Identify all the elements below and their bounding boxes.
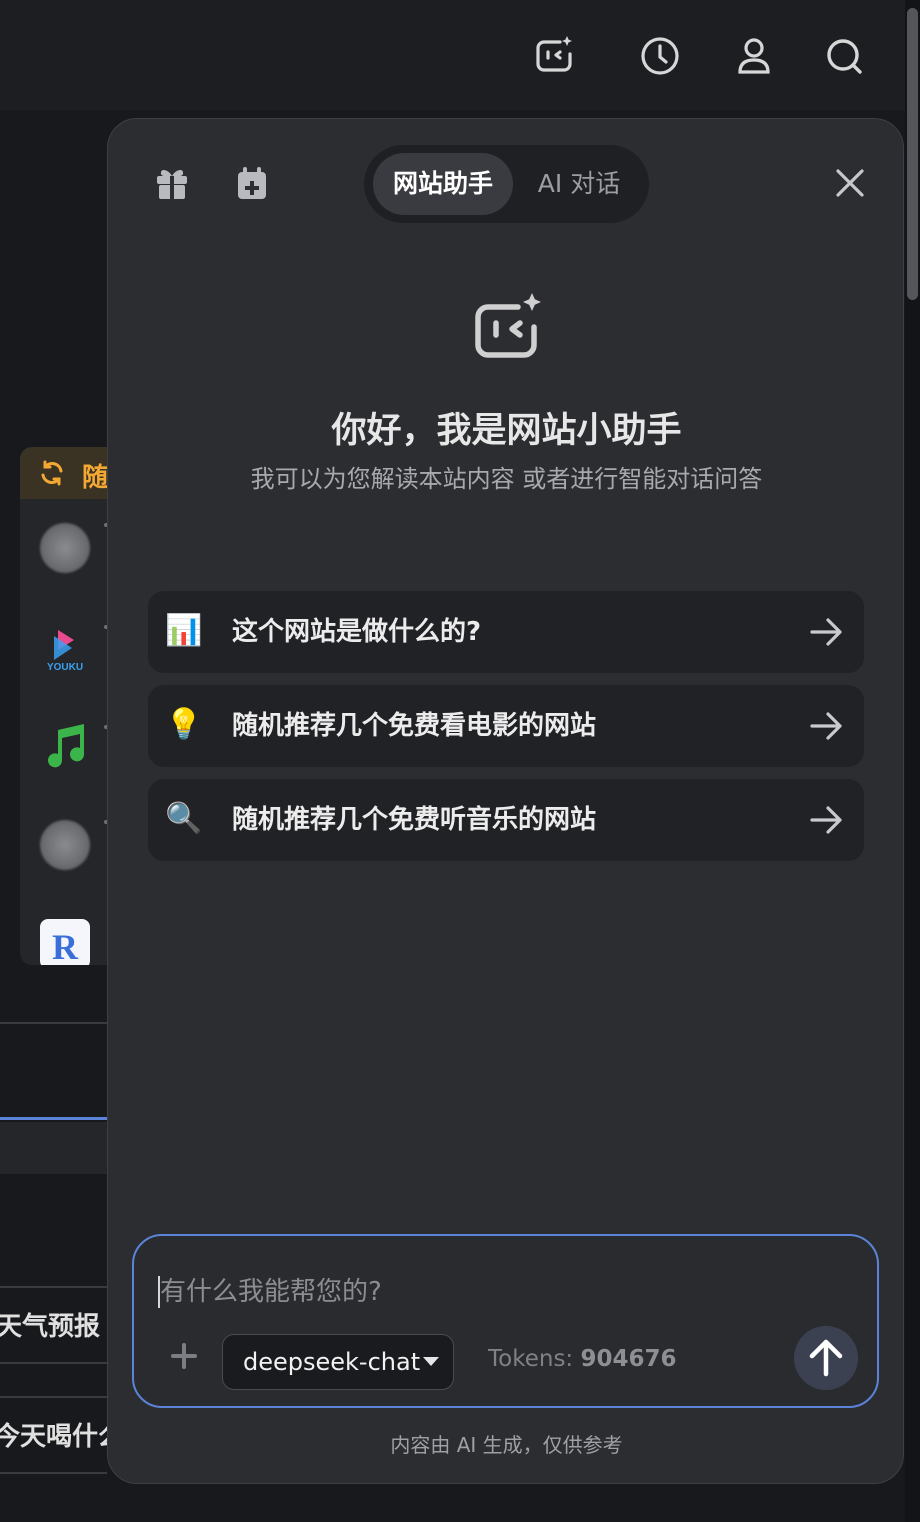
svg-text:YOUKU: YOUKU: [47, 662, 83, 672]
divider: [0, 1286, 107, 1288]
suggestion-text: 随机推荐几个免费看电影的网站: [232, 711, 597, 741]
mode-switch[interactable]: 网站助手 AI 对话: [364, 145, 649, 223]
plus-icon[interactable]: [170, 1342, 198, 1370]
suggestion-item[interactable]: 📊 这个网站是做什么的?: [148, 591, 864, 673]
lightbulb-emoji-icon: 💡: [165, 707, 203, 742]
model-select-value: deepseek-chat: [243, 1348, 421, 1376]
suggestion-text: 这个网站是做什么的?: [232, 617, 482, 647]
bar-chart-emoji-icon: 📊: [165, 613, 203, 648]
token-counter: Tokens: 904676: [488, 1346, 677, 1372]
send-button[interactable]: [794, 1326, 858, 1390]
site-favicon-globe[interactable]: [40, 523, 90, 573]
divider: [0, 1362, 107, 1364]
user-icon[interactable]: [732, 34, 776, 78]
calendar-add-icon[interactable]: [232, 163, 272, 203]
scrollbar-thumb[interactable]: [907, 8, 918, 300]
gift-icon[interactable]: [152, 163, 192, 203]
arrow-right-icon: [808, 707, 846, 745]
active-underline: [0, 1117, 107, 1120]
chevron-down-icon: [423, 1357, 439, 1366]
suggestion-text: 随机推荐几个免费听音乐的网站: [232, 805, 597, 835]
greeting-title: 你好，我是网站小助手: [331, 411, 682, 451]
music-note-icon[interactable]: [40, 722, 90, 772]
ai-assistant-icon: [468, 289, 548, 369]
divider: [0, 1396, 107, 1398]
text-caret: [158, 1276, 160, 1308]
youku-logo-icon[interactable]: YOUKU: [40, 622, 90, 673]
tab-ai-chat[interactable]: AI 对话: [524, 153, 634, 215]
suggestion-item[interactable]: 🔍 随机推荐几个免费听音乐的网站: [148, 779, 864, 861]
chat-input-box: deepseek-chat Tokens: 904676: [132, 1234, 879, 1408]
token-value: 904676: [580, 1346, 677, 1372]
suggestion-item[interactable]: 💡 随机推荐几个免费看电影的网站: [148, 685, 864, 767]
site-favicon-globe[interactable]: [40, 820, 90, 870]
bg-tab-strip: [0, 1122, 107, 1174]
search-icon[interactable]: [822, 34, 866, 78]
bg-item-drink[interactable]: 今天喝什么: [0, 1416, 124, 1453]
arrow-right-icon: [808, 613, 846, 651]
tab-site-assistant[interactable]: 网站助手: [373, 153, 513, 215]
page-scrollbar[interactable]: [905, 0, 920, 1522]
model-select[interactable]: deepseek-chat: [222, 1334, 454, 1390]
history-icon[interactable]: [638, 34, 682, 78]
divider: [0, 1472, 107, 1474]
arrow-right-icon: [808, 801, 846, 839]
arrow-up-icon: [809, 1339, 843, 1377]
svg-text:R: R: [52, 927, 79, 965]
random-card-title: 随: [82, 463, 109, 493]
ai-disclaimer: 内容由 AI 生成，仅供参考: [390, 1433, 623, 1457]
chat-input[interactable]: [158, 1268, 842, 1316]
greeting-subtitle: 我可以为您解读本站内容 或者进行智能对话问答: [250, 465, 763, 493]
ai-assistant-icon[interactable]: [532, 34, 576, 78]
token-label: Tokens:: [488, 1346, 574, 1372]
bg-item-weather[interactable]: 天气预报: [0, 1306, 100, 1343]
r-logo-icon[interactable]: R: [40, 919, 90, 965]
refresh-icon[interactable]: [38, 459, 66, 487]
divider: [0, 1022, 107, 1024]
close-icon[interactable]: [830, 163, 870, 203]
magnifier-emoji-icon: 🔍: [165, 801, 203, 836]
top-navigation-bar: [0, 0, 905, 110]
assistant-panel: 网站助手 AI 对话 你好，我是网站小助手 我可以为您解读本站内容 或者进行智能…: [107, 118, 904, 1484]
